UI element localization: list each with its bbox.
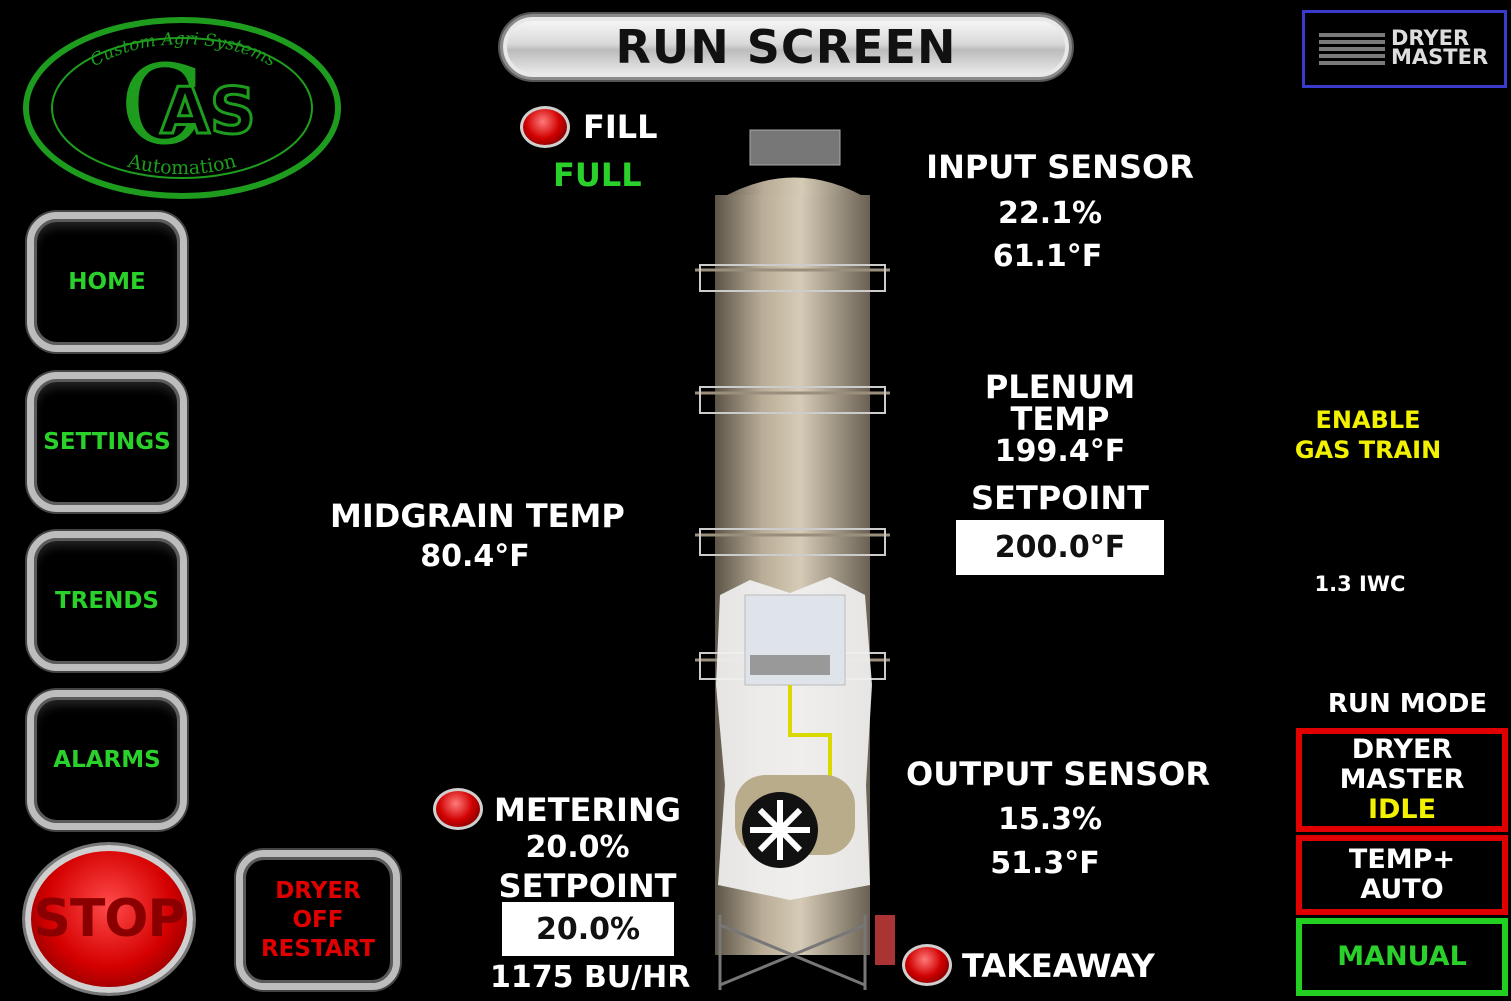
brand-line2: MASTER xyxy=(1391,45,1489,69)
metering-rate: 1175 BU/HR xyxy=(490,960,691,995)
dryer-master-logo: DRYER MASTER xyxy=(1302,10,1507,88)
fill-indicator-light xyxy=(520,106,570,148)
cas-logo: Custom Agri Systems Automation C AS xyxy=(22,15,342,200)
logo-letters: AS xyxy=(160,75,256,149)
dm-mode-line1: DRYER xyxy=(1351,734,1453,765)
brand-stripes-icon xyxy=(1319,33,1385,67)
output-sensor-temp: 51.3°F xyxy=(990,846,1100,881)
metering-value: 20.0% xyxy=(525,830,630,865)
plenum-setpoint-label: SETPOINT xyxy=(971,479,1149,517)
trends-button[interactable]: TRENDS xyxy=(27,531,187,671)
metering-indicator-light xyxy=(433,788,483,830)
restart-line1: DRYER xyxy=(275,877,361,904)
input-sensor-temp: 61.1°F xyxy=(992,239,1103,274)
restart-line3: RESTART xyxy=(260,935,376,962)
home-button[interactable]: HOME xyxy=(27,212,187,352)
metering-setpoint-label: SETPOINT xyxy=(498,867,677,905)
enable-gas-train-line2[interactable]: GAS TRAIN xyxy=(1288,436,1448,464)
dm-mode-line2: MASTER xyxy=(1339,764,1465,795)
input-sensor-label: INPUT SENSOR xyxy=(926,148,1194,186)
input-sensor-moisture: 22.1% xyxy=(997,196,1103,231)
stop-button[interactable]: STOP xyxy=(25,845,193,993)
dm-mode-status: IDLE xyxy=(1367,794,1437,825)
output-sensor-moisture: 15.3% xyxy=(997,802,1103,837)
midgrain-temp-label: MIDGRAIN TEMP xyxy=(330,497,625,535)
temp-mode-line1: TEMP+ xyxy=(1348,844,1456,875)
restart-line2: OFF xyxy=(292,906,344,933)
plenum-label-line2: TEMP xyxy=(1010,400,1110,438)
dryer-master-mode-button[interactable]: DRYER MASTER IDLE xyxy=(1296,728,1508,832)
manual-mode-button[interactable]: MANUAL xyxy=(1296,918,1508,996)
temp-mode-line2: AUTO xyxy=(1360,874,1444,905)
settings-button[interactable]: SETTINGS xyxy=(27,372,187,512)
dryer-tower-illustration xyxy=(690,125,900,995)
output-sensor-label: OUTPUT SENSOR xyxy=(906,755,1210,793)
enable-gas-train-line1[interactable]: ENABLE xyxy=(1288,406,1448,434)
gas-pressure-readout: 1.3 IWC xyxy=(1314,572,1406,596)
fill-status: FULL xyxy=(553,156,642,194)
run-mode-label: RUN MODE xyxy=(1327,689,1488,719)
alarms-button[interactable]: ALARMS xyxy=(27,690,187,830)
metering-setpoint-input[interactable]: 20.0% xyxy=(502,902,674,956)
midgrain-temp-value: 80.4°F xyxy=(420,539,530,574)
metering-label: METERING xyxy=(494,791,681,829)
plenum-setpoint-input[interactable]: 200.0°F xyxy=(956,520,1164,575)
takeaway-indicator-light xyxy=(902,944,952,986)
page-title: RUN SCREEN xyxy=(500,14,1072,80)
plenum-temp-value: 199.4°F xyxy=(994,434,1126,469)
temp-auto-mode-button[interactable]: TEMP+ AUTO xyxy=(1296,835,1508,915)
fill-label: FILL xyxy=(583,108,658,146)
takeaway-label: TAKEAWAY xyxy=(962,947,1155,985)
dryer-off-restart-button[interactable]: DRYER OFF RESTART xyxy=(236,850,400,990)
